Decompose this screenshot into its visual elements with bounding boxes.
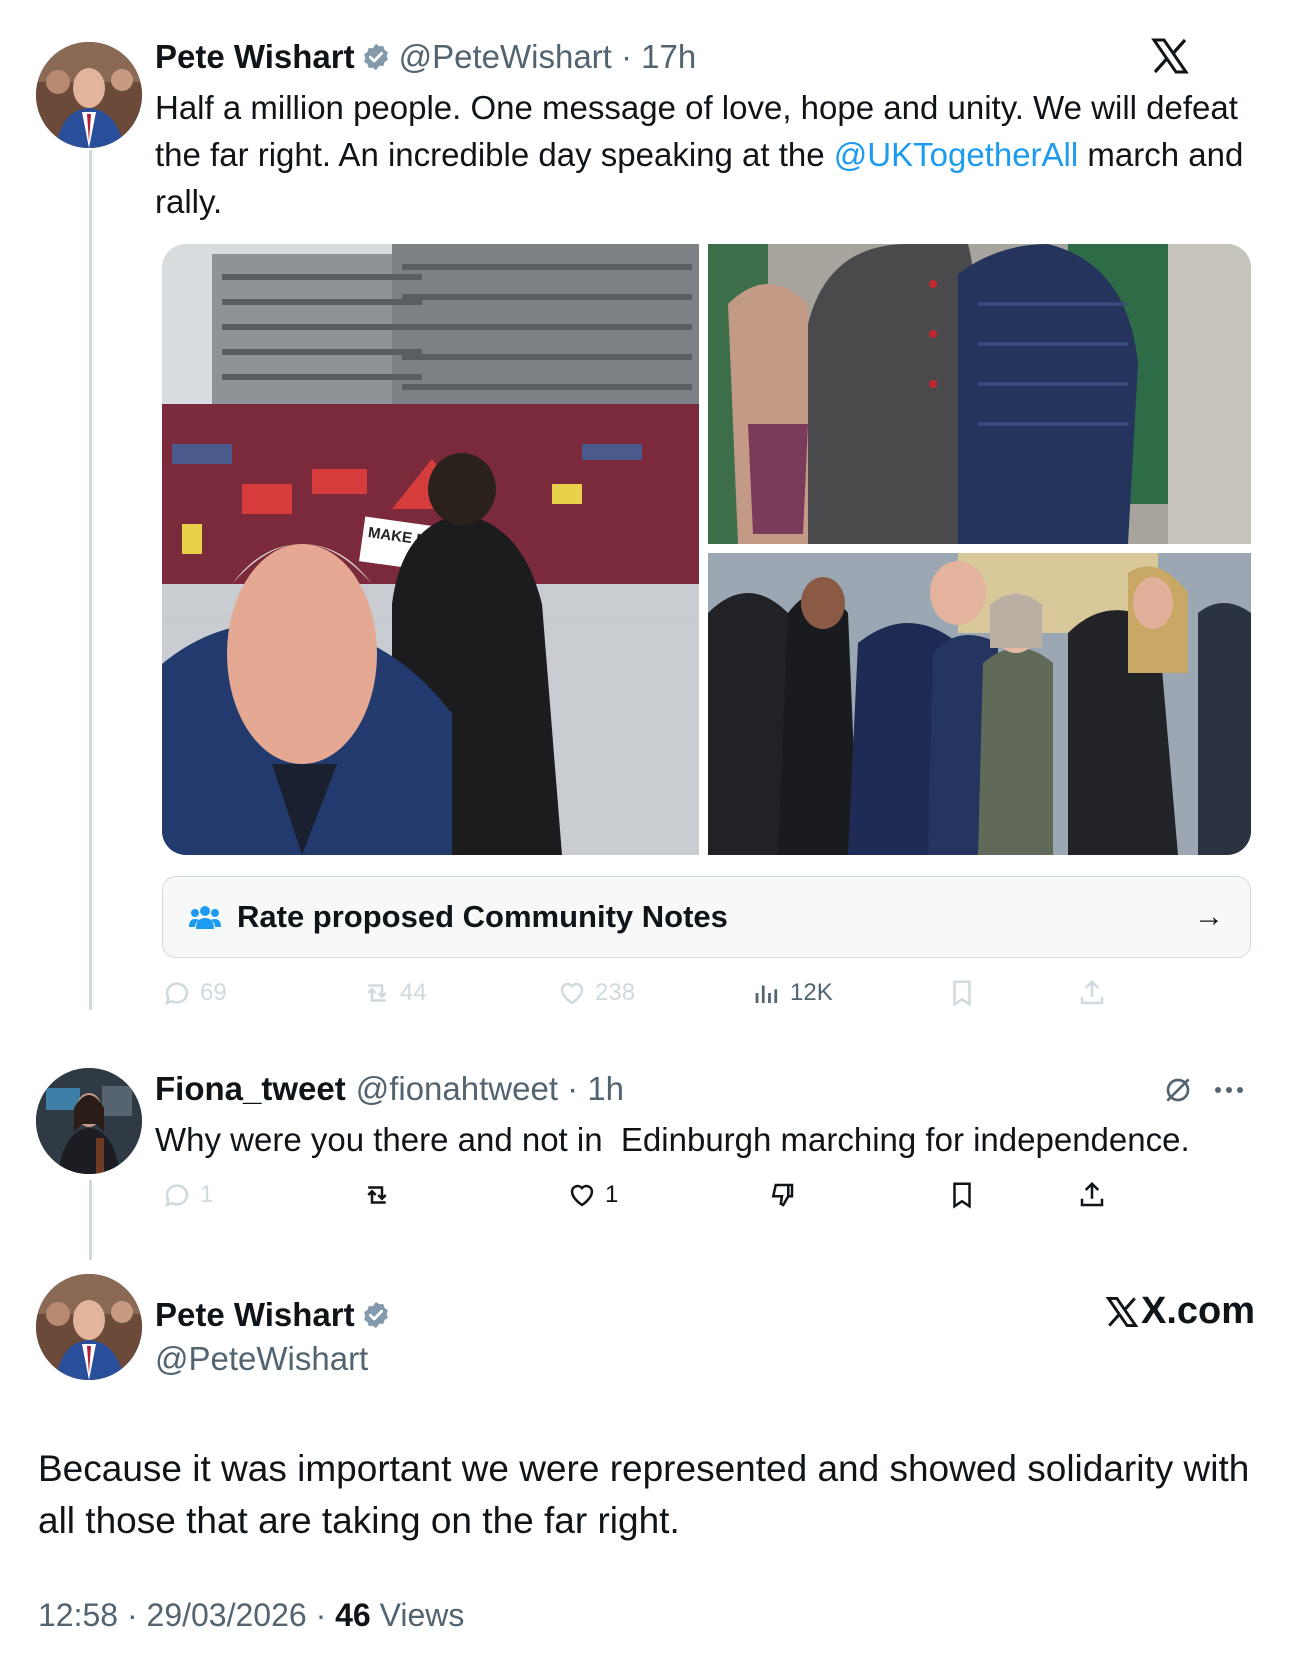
like-icon <box>570 1184 594 1207</box>
like-count: 1 <box>605 1181 619 1208</box>
community-notes-icon <box>189 906 221 929</box>
tweet3-text: Because it was important we were represe… <box>38 1448 1250 1541</box>
community-notes-bar[interactable]: Rate proposed Community Notes → <box>162 876 1251 958</box>
reply-button[interactable]: 1 <box>162 1180 213 1210</box>
separator <box>371 1597 380 1633</box>
thread-line <box>89 150 92 1010</box>
reply-count: 69 <box>200 979 227 1006</box>
author-name[interactable]: Pete Wishart <box>155 38 355 75</box>
repost-button[interactable] <box>362 1180 392 1210</box>
views-label: Views <box>379 1597 465 1633</box>
mention-link[interactable]: @UKTogetherAll <box>834 136 1078 173</box>
separator: · <box>306 1597 336 1633</box>
repost-icon <box>367 984 387 1002</box>
like-count: 238 <box>595 979 636 1006</box>
separator: · <box>558 1070 588 1107</box>
tweet2-text: Why were you there and not in Edinburgh … <box>155 1121 1190 1158</box>
separator: · <box>611 38 642 75</box>
x-logo-icon <box>1105 1296 1139 1327</box>
more-icon[interactable] <box>1212 1080 1246 1100</box>
post-date[interactable]: 29/03/2026 <box>147 1597 307 1633</box>
tweet-time[interactable]: 1h <box>587 1070 624 1107</box>
separator: · <box>118 1597 147 1633</box>
pete-wishart-avatar[interactable] <box>36 1274 142 1380</box>
share-button[interactable] <box>1077 1180 1107 1210</box>
pete-wishart-avatar[interactable] <box>36 42 142 148</box>
fiona-avatar[interactable] <box>36 1068 142 1174</box>
author-name[interactable]: Pete Wishart <box>155 1296 355 1333</box>
tweet2-actions: 1 1 <box>162 1175 1162 1215</box>
share-icon <box>1080 1181 1104 1207</box>
reply-icon <box>165 982 189 1006</box>
verified-badge-icon <box>363 43 388 71</box>
repost-button[interactable]: 44 <box>362 978 427 1008</box>
tweet1-actions: 69 44 238 12K <box>162 973 1162 1013</box>
verified-badge-icon <box>363 1301 388 1329</box>
photo-group[interactable] <box>708 553 1251 855</box>
dislike-button[interactable] <box>767 1180 797 1210</box>
reply-icon <box>165 1184 189 1208</box>
repost-count: 44 <box>400 979 427 1006</box>
author-handle[interactable]: @PeteWishart <box>399 38 612 75</box>
post-time[interactable]: 12:58 <box>38 1597 118 1633</box>
repost-icon <box>367 1186 387 1204</box>
author-handle[interactable]: @PeteWishart <box>155 1340 368 1378</box>
views-button[interactable]: 12K <box>752 978 833 1008</box>
arrow-right-icon: → <box>1194 900 1224 933</box>
dislike-icon <box>771 1183 794 1207</box>
views-count: 12K <box>790 979 833 1006</box>
bookmark-button[interactable] <box>947 978 977 1008</box>
community-notes-label: Rate proposed Community Notes <box>237 899 728 934</box>
tweet3-header: Pete Wishart <box>155 1296 399 1334</box>
views-icon <box>755 985 778 1003</box>
tweet3-meta: 12:58 · 29/03/2026 · 46 Views <box>38 1597 464 1634</box>
share-icon <box>1080 979 1104 1005</box>
reply-button[interactable]: 69 <box>162 978 227 1008</box>
tweet1-header: Pete Wishart @PeteWishart · 17h <box>155 38 696 76</box>
media-grid: MAKE NAZIS <box>162 244 1251 855</box>
author-name[interactable]: Fiona_tweet <box>155 1070 346 1107</box>
bookmark-icon <box>953 980 971 1007</box>
reply-count: 1 <box>200 1181 214 1208</box>
views-count: 46 <box>335 1597 371 1633</box>
x-com-brand: X.com <box>1105 1290 1255 1333</box>
tweet-time[interactable]: 17h <box>641 38 696 75</box>
x-logo-icon[interactable] <box>1150 36 1190 76</box>
author-handle[interactable]: @fionahtweet <box>356 1070 558 1107</box>
tweet2-header: Fiona_tweet @fionahtweet · 1h <box>155 1070 624 1108</box>
grok-icon[interactable] <box>1162 1074 1194 1106</box>
photo-rally-selfie[interactable]: MAKE NAZIS <box>162 244 699 855</box>
like-button[interactable]: 238 <box>557 978 635 1008</box>
photo-two-men[interactable] <box>708 244 1251 544</box>
bookmark-button[interactable] <box>947 1180 977 1210</box>
tweet1-text: Half a million people. One message of lo… <box>155 84 1255 225</box>
like-button[interactable]: 1 <box>567 1180 618 1210</box>
like-icon <box>560 982 584 1005</box>
bookmark-icon <box>953 1182 971 1209</box>
thread-line <box>89 1180 92 1260</box>
share-button[interactable] <box>1077 978 1107 1008</box>
